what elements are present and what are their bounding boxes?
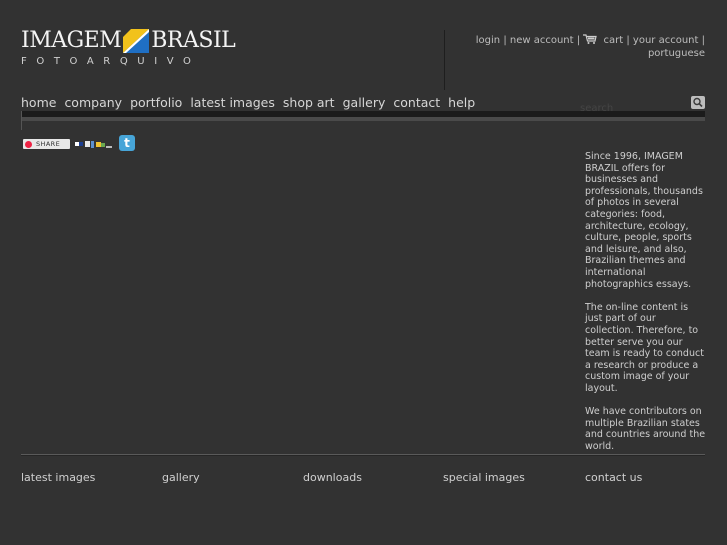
about-paragraph: The on-line content is just part of our … [585, 301, 704, 394]
nav-contact[interactable]: contact [393, 95, 440, 110]
footer-downloads[interactable]: downloads [303, 471, 362, 484]
magnifier-icon[interactable] [691, 96, 705, 109]
share-button[interactable]: SHARE [23, 139, 70, 149]
search-box [580, 96, 705, 116]
nav-bar-edge [21, 111, 22, 130]
share-row: SHARE [23, 139, 113, 149]
separator: | [503, 35, 507, 46]
nav-help[interactable]: help [448, 95, 475, 110]
language-link[interactable]: portuguese [648, 48, 705, 59]
nav-latest-images[interactable]: latest images [190, 95, 275, 110]
logo-word-right: BRASIL [151, 28, 236, 53]
cart-link[interactable]: cart [604, 35, 624, 46]
nav-bar-light [21, 117, 705, 121]
nav-company[interactable]: company [64, 95, 122, 110]
share-label: SHARE [36, 140, 61, 148]
shopping-cart-icon[interactable] [583, 34, 598, 44]
flag-icon [123, 29, 150, 53]
social-services-icon[interactable] [75, 140, 113, 149]
about-paragraph: We have contributors on multiple Brazili… [585, 406, 706, 452]
separator: | [701, 35, 705, 46]
nav-home[interactable]: home [21, 95, 56, 110]
nav-portfolio[interactable]: portfolio [130, 95, 182, 110]
site-logo[interactable]: IMAGEM BRASIL FOTOARQUIVO [21, 27, 236, 69]
about-paragraph: Since 1996, IMAGEM BRAZIL offers for bus… [585, 151, 703, 290]
main-nav: home company portfolio latest images sho… [21, 95, 475, 110]
footer-divider-shadow [21, 455, 705, 456]
account-links: login | new account | cart | your accoun… [445, 34, 705, 60]
footer-latest-images[interactable]: latest images [21, 471, 95, 484]
logo-word-left: IMAGEM [21, 28, 122, 53]
twitter-icon[interactable]: t [119, 135, 135, 151]
your-account-link[interactable]: your account [633, 35, 699, 46]
logo-subtitle: FOTOARQUIVO [21, 56, 201, 67]
footer-contact-us[interactable]: contact us [585, 471, 642, 484]
about-text: Since 1996, IMAGEM BRAZIL offers for bus… [585, 151, 707, 464]
logo-wordmark: IMAGEM BRASIL [21, 27, 236, 55]
footer-gallery[interactable]: gallery [162, 471, 200, 484]
footer-special-images[interactable]: special images [443, 471, 525, 484]
nav-shop-art[interactable]: shop art [283, 95, 335, 110]
nav-gallery[interactable]: gallery [343, 95, 386, 110]
share-icon [25, 140, 32, 148]
page: IMAGEM BRASIL FOTOARQUIVO login | new ac… [0, 0, 727, 545]
separator: | [576, 35, 581, 46]
login-link[interactable]: login [476, 35, 500, 46]
new-account-link[interactable]: new account [510, 35, 574, 46]
separator: | [626, 35, 630, 46]
